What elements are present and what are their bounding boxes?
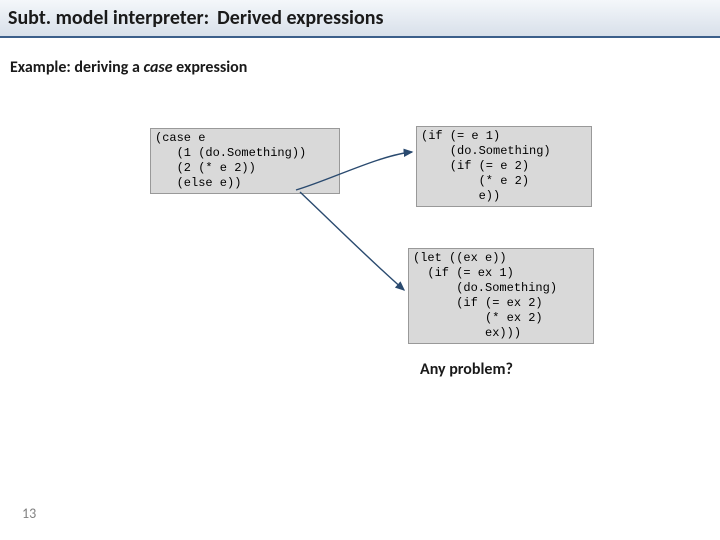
code-box-case: (case e (1 (do.Something)) (2 (* e 2)) (…: [150, 128, 340, 194]
code-box-let: (let ((ex e)) (if (= ex 1) (do.Something…: [408, 248, 594, 344]
title-main: Derived expressions: [217, 6, 383, 30]
title-bar: Subt. model interpreter: Derived express…: [0, 0, 720, 38]
subtitle-lead: Example: deriving a: [10, 58, 143, 77]
example-subtitle: Example: deriving a case expression: [10, 58, 247, 77]
code-box-if: (if (= e 1) (do.Something) (if (= e 2) (…: [416, 126, 592, 207]
any-problem-text: Any problem?: [420, 360, 513, 379]
arrows: [0, 0, 720, 540]
subtitle-em: case: [143, 58, 172, 77]
page-number: 13: [22, 505, 36, 522]
slide: Subt. model interpreter: Derived express…: [0, 0, 720, 540]
title-prefix: Subt. model interpreter:: [8, 6, 209, 30]
subtitle-tail: expression: [173, 58, 248, 77]
